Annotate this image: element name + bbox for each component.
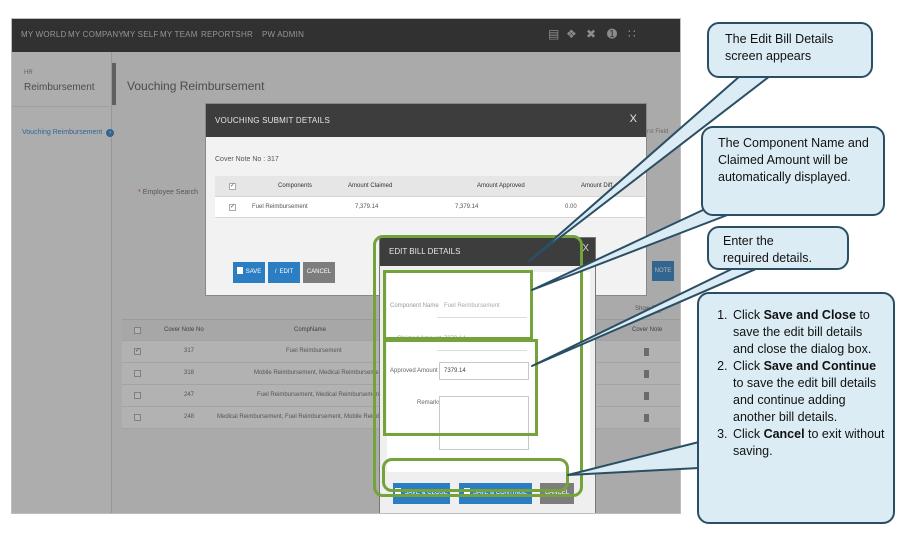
callout-edit-bill-details: The Edit Bill Details screen appears — [707, 22, 873, 78]
callout-auto-fields: The Component Name and Claimed Amount wi… — [701, 126, 885, 216]
callout-button-actions: Click Save and Close to save the edit bi… — [697, 292, 895, 524]
tutorial-slide: MY WORLD MY COMPANY MY SELF MY TEAM REPO… — [0, 0, 901, 533]
callout-text-line2: required details. — [723, 251, 812, 265]
list-item: Click Cancel to exit without saving. — [731, 426, 885, 460]
callout-pointer-4 — [567, 441, 700, 476]
callout-enter-details: Enter the required details. — [707, 226, 849, 270]
callout-steps-list: Click Save and Close to save the edit bi… — [711, 307, 885, 460]
callout-text: The Component Name and Claimed Amount wi… — [718, 136, 869, 184]
callout-text: The Edit Bill Details screen appears — [725, 32, 834, 63]
callout-pointer-2 — [531, 209, 731, 291]
list-item: Click Save and Continue to save the edit… — [731, 358, 885, 426]
list-item: Click Save and Close to save the edit bi… — [731, 307, 885, 358]
callout-text-line1: Enter the — [723, 234, 774, 248]
